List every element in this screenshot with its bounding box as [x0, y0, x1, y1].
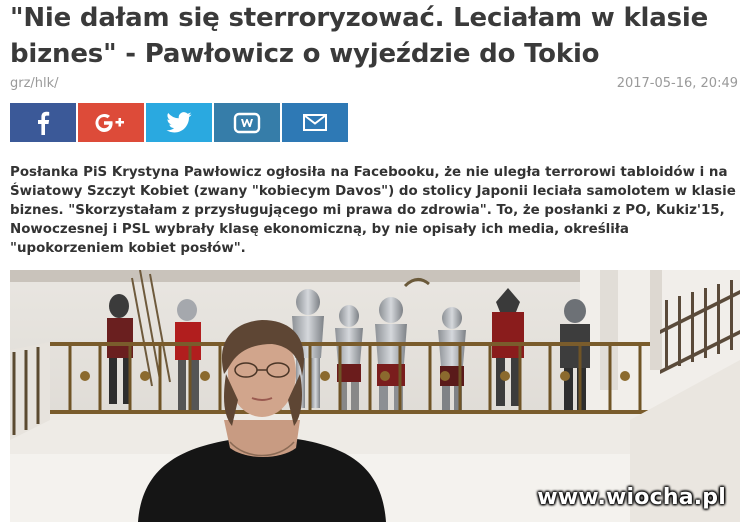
- google-plus-icon: [95, 113, 124, 132]
- article-meta: grz/hlk/ 2017-05-16, 20:49: [10, 76, 738, 94]
- wykop-icon: [233, 112, 261, 133]
- article-lead: Posłanka PiS Krystyna Pawłowicz ogłosiła…: [10, 165, 736, 256]
- twitter-icon: [166, 112, 192, 133]
- share-twitter-button[interactable]: [146, 103, 212, 142]
- article-author: grz/hlk/: [10, 76, 59, 91]
- article-photo: www.wiocha.pl: [10, 270, 740, 522]
- facebook-icon: [38, 111, 50, 135]
- watermark-text: www.wiocha.pl: [537, 485, 726, 510]
- email-icon: [303, 114, 327, 131]
- share-wykop-button[interactable]: [214, 103, 280, 142]
- share-facebook-button[interactable]: [10, 103, 76, 142]
- share-google-plus-button[interactable]: [78, 103, 144, 142]
- article-title: "Nie dałam się sterroryzować. Leciałam w…: [10, 3, 709, 69]
- share-bar: [10, 103, 348, 142]
- article-date: 2017-05-16, 20:49: [616, 76, 738, 91]
- share-email-button[interactable]: [282, 103, 348, 142]
